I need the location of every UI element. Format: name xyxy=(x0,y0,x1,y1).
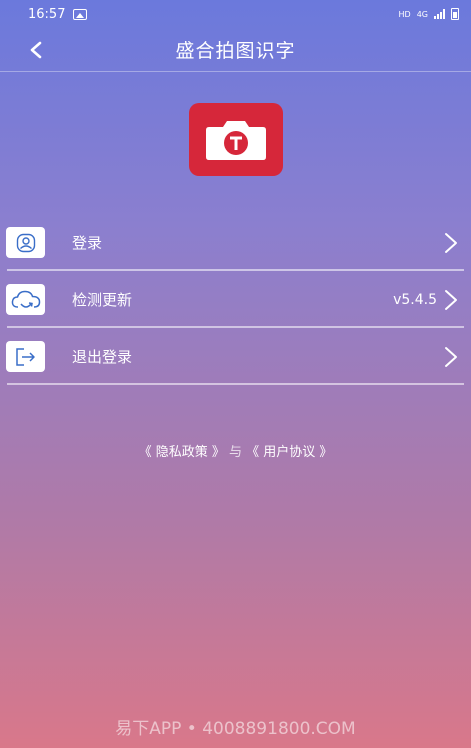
app-logo xyxy=(189,103,283,176)
chevron-right-icon xyxy=(445,232,457,253)
menu-item-logout[interactable]: 退出登录 xyxy=(0,328,471,385)
back-button[interactable] xyxy=(24,38,48,62)
divider xyxy=(7,383,464,385)
cloud-sync-icon xyxy=(6,284,45,315)
status-time: 16:57 xyxy=(28,6,66,22)
policy-separator: 与 xyxy=(228,445,242,460)
chevron-right-icon xyxy=(445,346,457,367)
settings-menu: 登录 检测更新 v5.4.5 退出登录 xyxy=(0,214,471,385)
user-icon xyxy=(6,227,45,258)
chevron-left-icon xyxy=(30,41,42,59)
privacy-policy-link[interactable]: 《 隐私政策 》 xyxy=(139,445,225,460)
menu-item-label: 检测更新 xyxy=(72,291,133,309)
network-indicator: 4G xyxy=(416,9,428,19)
watermark: 易下APP • 4008891800.COM xyxy=(115,719,356,739)
chevron-right-icon xyxy=(445,289,457,310)
page-title: 盛合拍图识字 xyxy=(175,40,296,62)
battery-icon xyxy=(451,8,459,20)
menu-item-login[interactable]: 登录 xyxy=(0,214,471,271)
logout-icon xyxy=(6,341,45,372)
app-header: 盛合拍图识字 xyxy=(0,28,471,72)
status-indicators: HD 4G xyxy=(399,8,459,20)
version-text: v5.4.5 xyxy=(393,291,437,308)
status-bar: 16:57 HD 4G xyxy=(0,0,471,28)
camera-icon xyxy=(206,120,266,160)
signal-icon xyxy=(434,9,445,19)
menu-item-label: 登录 xyxy=(72,234,103,252)
user-agreement-link[interactable]: 《 用户协议 》 xyxy=(246,445,332,460)
policy-links: 《 隐私政策 》 与 《 用户协议 》 xyxy=(0,441,471,460)
gallery-notification-icon xyxy=(73,8,88,20)
menu-item-label: 退出登录 xyxy=(72,348,133,366)
hd-indicator: HD xyxy=(398,9,411,19)
menu-item-check-update[interactable]: 检测更新 v5.4.5 xyxy=(0,271,471,328)
